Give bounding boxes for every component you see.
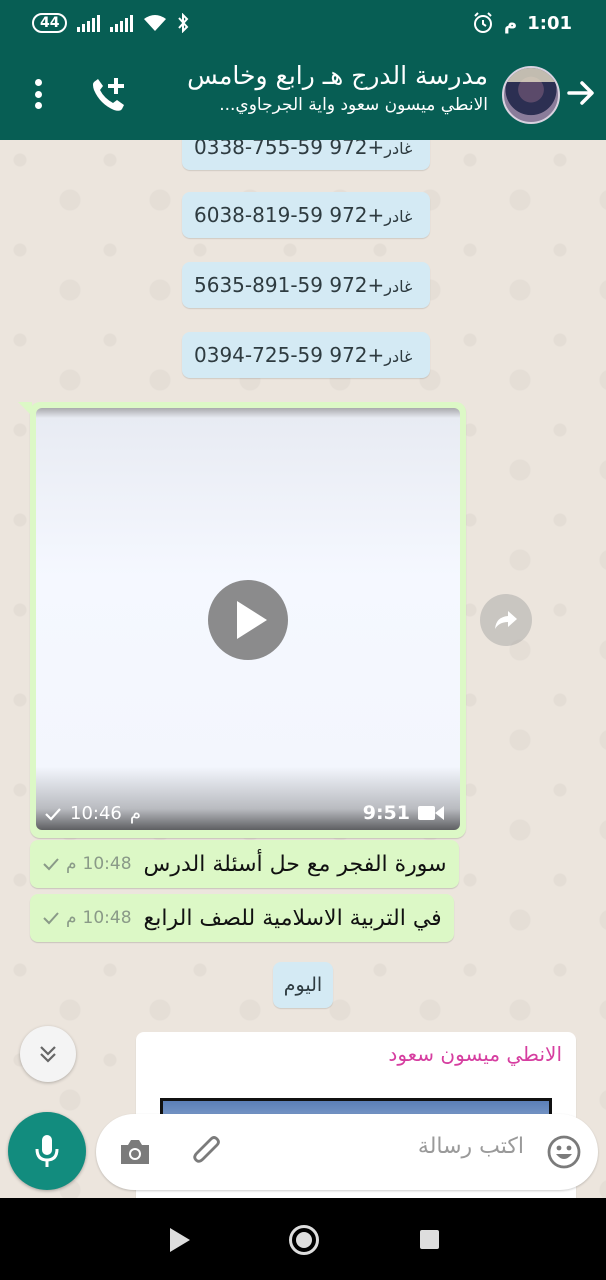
text-message[interactable]: م 10:48 سورة الفجر مع حل أسئلة الدرس [30,840,459,888]
check-icon [45,807,61,821]
arrow-forward-icon[interactable] [566,78,596,108]
video-timestamp: 10:46 م [44,803,141,824]
add-call-icon[interactable] [88,74,130,114]
message-input[interactable]: اكتب رسالة [418,1134,524,1159]
attach-icon[interactable] [190,1134,226,1170]
message-meta: م 10:48 [42,908,132,928]
message-text: سورة الفجر مع حل أسئلة الدرس [143,851,447,877]
chat-subtitle: الانطي ميسون سعود واية الجرجاوي... [219,95,488,115]
alarm-icon [474,12,493,33]
sender-name: الانطي ميسون سعود [388,1042,562,1066]
status-time: 1:01 [527,12,572,34]
mic-icon [35,1135,59,1167]
system-message: غادر+972 59-891-5635 [182,262,431,308]
chat-area[interactable]: غادر+972 59-755-0338 غادر+972 59-819-603… [0,140,606,1198]
status-time-suffix: م [504,12,518,34]
status-right: 1:01 م [472,12,572,34]
message-text: في التربية الاسلامية للصف الرابع [143,905,442,931]
day-divider: اليوم [273,962,333,1008]
nav-home-icon[interactable] [289,1225,319,1255]
scroll-down-button[interactable] [20,1026,76,1082]
system-message: غادر+972 59-755-0338 [182,140,431,170]
video-duration: 9:51 [362,802,410,824]
check-icon [43,912,59,925]
system-message: غادر+972 59-819-6038 [182,192,431,238]
system-message: غادر+972 59-725-0394 [182,332,431,378]
more-vert-icon[interactable] [26,76,50,112]
system-nav-bar [0,1198,606,1280]
mic-button[interactable] [8,1112,86,1190]
video-duration-block: 9:51 [363,802,444,824]
video-thumbnail[interactable]: 10:46 م 9:51 [36,408,460,830]
video-time-suffix: م [129,803,142,824]
chat-header: مدرسة الدرج هـ رابع وخامس الانطي ميسون س… [0,46,606,140]
forward-button[interactable] [480,594,532,646]
nav-recents-icon[interactable] [420,1230,439,1249]
nav-back-icon[interactable] [170,1228,190,1252]
wifi-icon [144,15,167,31]
status-left: 44 [32,13,189,33]
signal-icon [77,14,101,32]
forward-icon [495,611,517,629]
chat-title-block[interactable]: مدرسة الدرج هـ رابع وخامس الانطي ميسون س… [148,60,488,118]
check-icon [43,858,59,871]
emoji-icon[interactable] [546,1134,582,1170]
video-time: 10:46 [70,803,122,824]
chat-title: مدرسة الدرج هـ رابع وخامس [187,61,488,90]
double-chevron-down-icon [40,1046,56,1063]
bluetooth-icon [178,13,189,33]
signal-icon-2 [110,14,134,32]
status-bar: 44 1:01 م [0,0,606,46]
battery-indicator: 44 [32,13,68,33]
message-meta: م 10:48 [42,854,132,874]
play-icon[interactable] [208,580,288,660]
camera-icon[interactable] [118,1136,152,1168]
message-composer[interactable]: اكتب رسالة [96,1114,598,1190]
group-avatar[interactable] [502,66,560,124]
text-message[interactable]: م 10:48 في التربية الاسلامية للصف الرابع [30,894,454,942]
videocam-icon [418,805,444,821]
video-message[interactable]: 10:46 م 9:51 [18,402,466,838]
